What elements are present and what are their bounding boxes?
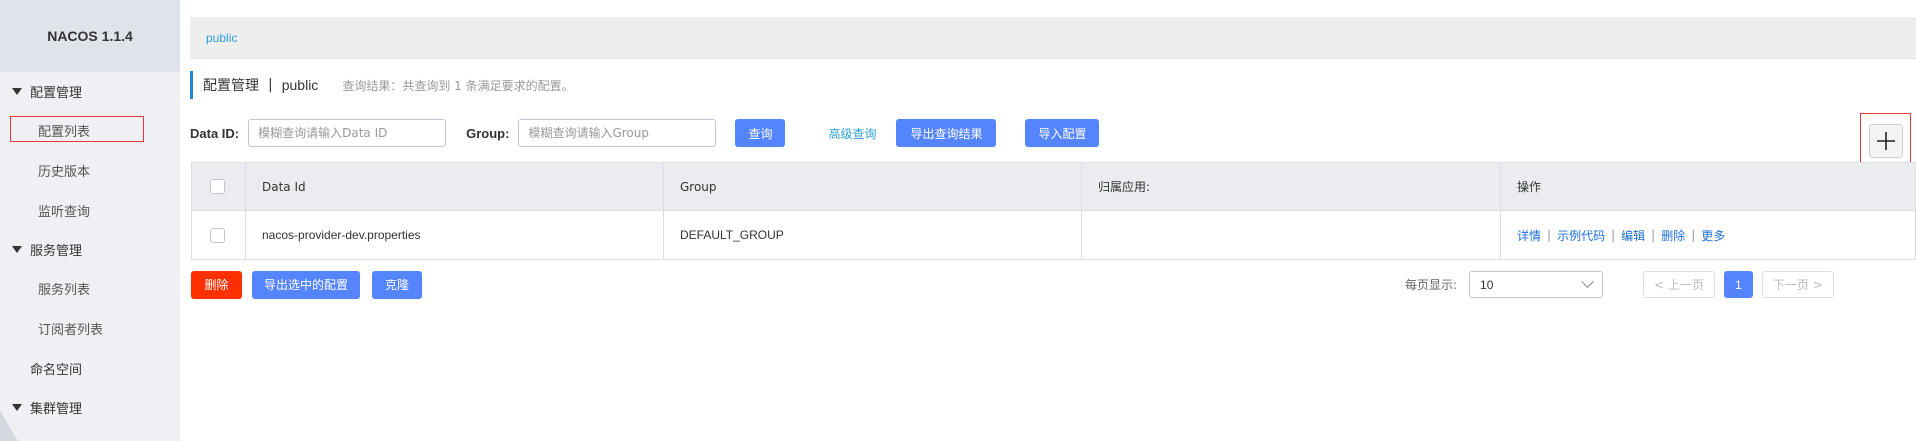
sidebar-group-label: 配置管理: [30, 85, 83, 101]
sidebar-item-label: 历史版本: [38, 164, 91, 180]
sidebar-group-cluster[interactable]: 集群管理: [0, 388, 180, 426]
add-config-button[interactable]: [1869, 124, 1903, 158]
import-config-button[interactable]: 导入配置: [1025, 119, 1100, 147]
data-id-label: Data ID:: [190, 125, 240, 141]
cell-data-id: nacos-provider-dev.properties: [246, 211, 664, 259]
sidebar-item-config-list[interactable]: 配置列表: [0, 110, 180, 150]
title-separator: |: [268, 77, 273, 93]
config-table: Data Id Group 归属应用: 操作 nacos-provider-de…: [191, 162, 1916, 260]
clone-button[interactable]: 克隆: [372, 270, 422, 299]
sidebar-item-history[interactable]: 历史版本: [0, 150, 180, 190]
caret-down-icon: [12, 87, 22, 95]
op-edit-link[interactable]: 编辑: [1621, 227, 1645, 244]
select-all-checkbox[interactable]: [210, 179, 225, 194]
pagination: 每页显示: 10 < 上一页 1 下一页 >: [1405, 271, 1834, 298]
page-title-row: 配置管理 | public 查询结果：共查询到 1 条满足要求的配置。: [190, 71, 574, 99]
table-row: nacos-provider-dev.properties DEFAULT_GR…: [192, 211, 1915, 259]
per-page-value: 10: [1480, 277, 1494, 292]
cell-group: DEFAULT_GROUP: [664, 211, 1082, 259]
row-select-cell: [192, 211, 246, 259]
export-results-button[interactable]: 导出查询结果: [896, 119, 997, 147]
prev-page-button[interactable]: < 上一页: [1643, 271, 1715, 298]
title-accent-bar: [190, 71, 193, 99]
sidebar-group-label: 集群管理: [30, 401, 83, 417]
data-id-input[interactable]: [248, 119, 447, 147]
op-sample-code-link[interactable]: 示例代码: [1557, 227, 1605, 244]
filter-row: Data ID: Group: 查询 高级查询 导出查询结果 导入配置: [190, 118, 1100, 148]
sidebar-item-namespace[interactable]: 命名空间: [0, 348, 180, 388]
per-page-label: 每页显示:: [1405, 278, 1458, 292]
advanced-query-link[interactable]: 高级查询: [828, 125, 876, 142]
export-selected-button[interactable]: 导出选中的配置: [252, 270, 360, 299]
sidebar-item-label: 监听查询: [38, 204, 91, 220]
op-separator: |: [1547, 228, 1552, 242]
page-number-current[interactable]: 1: [1723, 271, 1753, 298]
column-header-ops: 操作: [1517, 180, 1542, 194]
sidebar-group-label: 服务管理: [30, 243, 83, 259]
sidebar-item-label: 订阅者列表: [38, 322, 104, 338]
sidebar-group-config[interactable]: 配置管理: [0, 72, 180, 110]
page-title: 配置管理: [203, 78, 259, 94]
cell-ops: 详情 | 示例代码 | 编辑 | 删除 | 更多: [1501, 211, 1915, 259]
sidebar: NACOS 1.1.4 配置管理 配置列表 历史版本 监听查询 服务管理 服务列…: [0, 0, 180, 441]
main-content: public 配置管理 | public 查询结果：共查询到 1 条满足要求的配…: [180, 0, 1916, 441]
column-header-app: 归属应用:: [1082, 163, 1501, 210]
op-separator: |: [1651, 228, 1656, 242]
op-separator: |: [1691, 228, 1696, 242]
table-header: Data Id Group 归属应用: 操作: [192, 163, 1915, 211]
delete-button[interactable]: 删除: [191, 270, 242, 299]
namespace-link-public[interactable]: public: [206, 31, 237, 45]
sidebar-collapse-corner[interactable]: [0, 411, 18, 441]
next-page-button[interactable]: 下一页 >: [1761, 271, 1834, 298]
sidebar-item-subscriber-list[interactable]: 订阅者列表: [0, 308, 180, 348]
sidebar-item-service-list[interactable]: 服务列表: [0, 268, 180, 308]
title-namespace: public: [281, 77, 319, 93]
op-details-link[interactable]: 详情: [1517, 227, 1541, 244]
group-input[interactable]: [518, 119, 717, 147]
namespace-bar: public: [190, 17, 1916, 59]
caret-down-icon: [12, 403, 22, 411]
sidebar-item-label: 服务列表: [38, 282, 91, 298]
query-button[interactable]: 查询: [735, 119, 786, 147]
cell-app: [1082, 211, 1501, 259]
chevron-down-icon: [1581, 275, 1594, 289]
op-delete-link[interactable]: 删除: [1661, 227, 1685, 244]
sidebar-group-service[interactable]: 服务管理: [0, 230, 180, 268]
bulk-actions-row: 删除 导出选中的配置 克隆: [191, 270, 422, 299]
op-separator: |: [1611, 228, 1616, 242]
sidebar-item-listener-query[interactable]: 监听查询: [0, 190, 180, 230]
plus-icon: [1877, 132, 1895, 150]
row-checkbox[interactable]: [210, 227, 225, 243]
op-more-link[interactable]: 更多: [1701, 227, 1725, 244]
per-page-select[interactable]: 10: [1469, 271, 1604, 298]
brand-logo: NACOS 1.1.4: [0, 0, 180, 72]
sidebar-item-label: 命名空间: [30, 362, 83, 378]
group-label: Group:: [466, 125, 510, 141]
query-result-hint: 查询结果：共查询到 1 条满足要求的配置。: [342, 78, 574, 93]
column-header-group: Group: [664, 163, 1082, 210]
header-select-all-cell: [192, 163, 246, 210]
highlight-box: [10, 116, 144, 142]
caret-down-icon: [12, 245, 22, 253]
column-header-data-id: Data Id: [246, 163, 664, 210]
